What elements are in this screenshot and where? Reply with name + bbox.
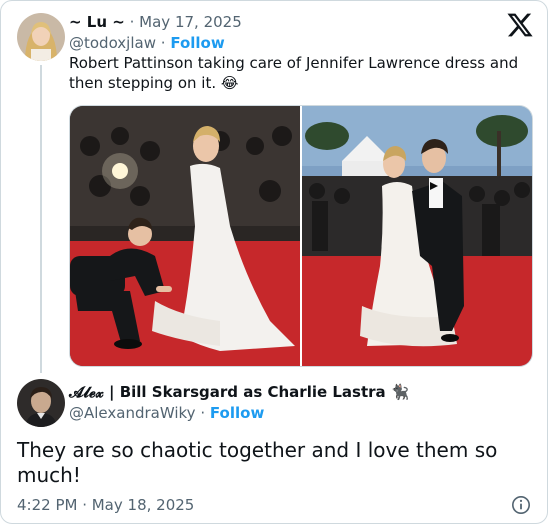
main-display-name[interactable]: 𝓐𝓵𝓮𝔁 | Bill Skarsgard as Charlie Lastra … — [69, 383, 410, 401]
quoted-follow-button[interactable]: Follow — [170, 34, 224, 52]
main-follow-button[interactable]: Follow — [210, 404, 264, 422]
quoted-tweet-text: Robert Pattinson taking care of Jennifer… — [69, 54, 519, 92]
quoted-display-name[interactable]: ~ Lu ~ — [69, 13, 125, 31]
main-avatar[interactable] — [17, 379, 65, 427]
quoted-name-row: ~ Lu ~ · May 17, 2025 — [69, 12, 242, 32]
quoted-date[interactable]: May 17, 2025 — [139, 13, 242, 31]
separator-dot: · — [200, 404, 206, 422]
separator-dot: · — [129, 13, 135, 31]
separator-dot: · — [160, 34, 166, 52]
media-grid — [69, 105, 533, 367]
quoted-handle[interactable]: @todoxjlaw — [69, 34, 156, 52]
quoted-handle-row: @todoxjlaw · Follow — [69, 33, 225, 53]
tweet-card: ~ Lu ~ · May 17, 2025 @todoxjlaw · Follo… — [0, 0, 548, 524]
red-carpet-photo-kneeling[interactable] — [70, 106, 300, 366]
main-tweet-text: They are so chaotic together and I love … — [17, 438, 498, 487]
quoted-avatar[interactable] — [17, 13, 65, 61]
main-handle-row: @AlexandraWiky · Follow — [69, 403, 264, 423]
tweet-timestamp[interactable]: 4:22 PM · May 18, 2025 — [17, 495, 194, 515]
thread-connector-line — [40, 65, 42, 373]
x-logo-icon[interactable] — [506, 11, 534, 39]
main-name-row: 𝓐𝓵𝓮𝔁 | Bill Skarsgard as Charlie Lastra … — [69, 382, 410, 402]
red-carpet-photo-posing[interactable] — [302, 106, 532, 366]
info-icon[interactable] — [511, 495, 531, 515]
main-handle[interactable]: @AlexandraWiky — [69, 404, 196, 422]
